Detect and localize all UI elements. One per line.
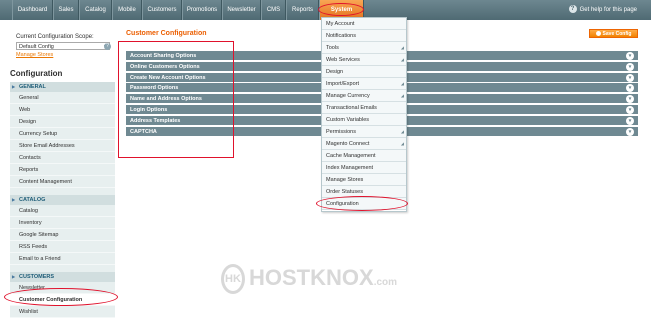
expand-icon[interactable]: ▾ bbox=[626, 74, 634, 82]
save-label: Save Config bbox=[602, 31, 632, 37]
submenu-arrow-icon: ◢ bbox=[400, 129, 404, 134]
sidebar-item-content-management[interactable]: Content Management bbox=[10, 176, 115, 188]
menu-label: Permissions bbox=[326, 129, 356, 135]
menu-label: Order Statuses bbox=[326, 189, 363, 195]
menu-label: Manage Stores bbox=[326, 177, 364, 183]
menu-label: Cache Management bbox=[326, 153, 376, 159]
help-link[interactable]: ? Get help for this page bbox=[568, 0, 637, 20]
watermark-brand: HOSTKNOX bbox=[249, 264, 374, 290]
sidebar-item-design[interactable]: Design bbox=[10, 116, 115, 128]
menu-label: Custom Variables bbox=[326, 117, 369, 123]
menu-label: Design bbox=[326, 69, 344, 75]
menu-label: Notifications bbox=[326, 33, 356, 39]
submenu-arrow-icon: ◢ bbox=[400, 93, 404, 98]
nav-catalog[interactable]: Catalog bbox=[79, 0, 112, 20]
menu-label: Web Services bbox=[326, 57, 360, 63]
section-general[interactable]: ▶ GENERAL bbox=[10, 82, 115, 92]
watermark: HK HOSTKNOX.com bbox=[221, 264, 421, 294]
submenu-arrow-icon: ◢ bbox=[400, 141, 404, 146]
expand-icon[interactable]: ▾ bbox=[626, 117, 634, 125]
menu-label: Index Management bbox=[326, 165, 374, 171]
help-icon: ? bbox=[568, 5, 577, 14]
sidebar-item-inventory[interactable]: Inventory bbox=[10, 217, 115, 229]
expand-icon[interactable]: ▾ bbox=[626, 84, 634, 92]
triangle-icon: ▶ bbox=[12, 84, 16, 89]
nav-cms[interactable]: CMS bbox=[261, 0, 286, 20]
sidebar-item-catalog[interactable]: Catalog bbox=[10, 205, 115, 217]
page-title: Customer Configuration bbox=[126, 30, 207, 37]
sidebar-item-email-friend[interactable]: Email to a Friend bbox=[10, 253, 115, 265]
menu-item-index-management[interactable]: Index Management bbox=[322, 162, 406, 174]
nav-reports[interactable]: Reports bbox=[286, 0, 319, 20]
menu-item-import-export[interactable]: Import/Export ◢ bbox=[322, 78, 406, 90]
menu-item-custom-variables[interactable]: Custom Variables bbox=[322, 114, 406, 126]
expand-icon[interactable]: ▾ bbox=[626, 63, 634, 71]
menu-label: Tools bbox=[326, 45, 339, 51]
menu-label: Transactional Emails bbox=[326, 105, 377, 111]
menu-item-permissions[interactable]: Permissions ◢ bbox=[322, 126, 406, 138]
triangle-icon: ▶ bbox=[12, 274, 16, 279]
submenu-arrow-icon: ◢ bbox=[400, 57, 404, 62]
annotation-rectangle bbox=[118, 41, 234, 158]
sidebar-item-wishlist[interactable]: Wishlist bbox=[10, 306, 115, 318]
annotation-ellipse-system bbox=[318, 3, 364, 16]
manage-stores-link[interactable]: Manage Stores bbox=[16, 52, 53, 58]
sidebar-item-general[interactable]: General bbox=[10, 92, 115, 104]
submenu-arrow-icon: ◢ bbox=[400, 45, 404, 50]
watermark-suffix: .com bbox=[373, 276, 398, 288]
section-title: CATALOG bbox=[19, 197, 46, 203]
nav-newsletter[interactable]: Newsletter bbox=[222, 0, 261, 20]
section-catalog[interactable]: ▶ CATALOG bbox=[10, 195, 115, 205]
menu-label: Magento Connect bbox=[326, 141, 370, 147]
nav-dashboard[interactable]: Dashboard bbox=[12, 0, 53, 20]
config-sidebar: ▶ GENERAL General Web Design Currency Set… bbox=[10, 82, 115, 318]
menu-label: Manage Currency bbox=[326, 93, 370, 99]
menu-item-manage-currency[interactable]: Manage Currency ◢ bbox=[322, 90, 406, 102]
section-title: GENERAL bbox=[19, 84, 46, 90]
annotation-ellipse-customer-config bbox=[4, 288, 118, 306]
submenu-arrow-icon: ◢ bbox=[400, 81, 404, 86]
nav-mobile[interactable]: Mobile bbox=[112, 0, 142, 20]
section-customers[interactable]: ▶ CUSTOMERS bbox=[10, 272, 115, 282]
expand-icon[interactable]: ▾ bbox=[626, 52, 634, 60]
save-config-button[interactable]: Save Config bbox=[589, 29, 638, 38]
sidebar-item-web[interactable]: Web bbox=[10, 104, 115, 116]
sidebar-item-currency-setup[interactable]: Currency Setup bbox=[10, 128, 115, 140]
expand-icon[interactable]: ▾ bbox=[626, 128, 634, 136]
menu-item-design[interactable]: Design bbox=[322, 66, 406, 78]
nav-customers[interactable]: Customers bbox=[142, 0, 182, 20]
menu-item-notifications[interactable]: Notifications bbox=[322, 30, 406, 42]
nav-sales[interactable]: Sales bbox=[53, 0, 79, 20]
section-title: CUSTOMERS bbox=[19, 274, 55, 280]
menu-item-tools[interactable]: Tools ◢ bbox=[322, 42, 406, 54]
expand-icon[interactable]: ▾ bbox=[626, 106, 634, 114]
sidebar-item-contacts[interactable]: Contacts bbox=[10, 152, 115, 164]
sidebar-item-rss-feeds[interactable]: RSS Feeds bbox=[10, 241, 115, 253]
scope-help-icon[interactable]: ? bbox=[104, 43, 111, 50]
menu-item-manage-stores[interactable]: Manage Stores bbox=[322, 174, 406, 186]
menu-item-magento-connect[interactable]: Magento Connect ◢ bbox=[322, 138, 406, 150]
menu-label: My Account bbox=[326, 21, 355, 27]
menu-item-web-services[interactable]: Web Services ◢ bbox=[322, 54, 406, 66]
save-icon bbox=[595, 31, 601, 37]
system-dropdown-menu: My Account Notifications Tools ◢ Web Serv… bbox=[321, 17, 407, 212]
scope-value: Default Config bbox=[19, 44, 54, 50]
sidebar-item-store-email[interactable]: Store Email Addresses bbox=[10, 140, 115, 152]
sidebar-item-google-sitemap[interactable]: Google Sitemap bbox=[10, 229, 115, 241]
sidebar-item-reports[interactable]: Reports bbox=[10, 164, 115, 176]
help-label: Get help for this page bbox=[579, 7, 637, 13]
nav-promotions[interactable]: Promotions bbox=[182, 0, 222, 20]
menu-label: Import/Export bbox=[326, 81, 360, 87]
sidebar-title: Configuration bbox=[10, 69, 63, 78]
scope-label: Current Configuration Scope: bbox=[16, 34, 94, 40]
menu-item-cache-management[interactable]: Cache Management bbox=[322, 150, 406, 162]
menu-item-transactional-emails[interactable]: Transactional Emails bbox=[322, 102, 406, 114]
menu-item-my-account[interactable]: My Account bbox=[322, 18, 406, 30]
scope-select[interactable]: Default Config▼ bbox=[16, 42, 110, 50]
annotation-ellipse-configuration bbox=[316, 196, 408, 211]
expand-icon[interactable]: ▾ bbox=[626, 95, 634, 103]
triangle-icon: ▶ bbox=[12, 197, 16, 202]
hostknox-logo-icon: HK bbox=[221, 264, 245, 294]
